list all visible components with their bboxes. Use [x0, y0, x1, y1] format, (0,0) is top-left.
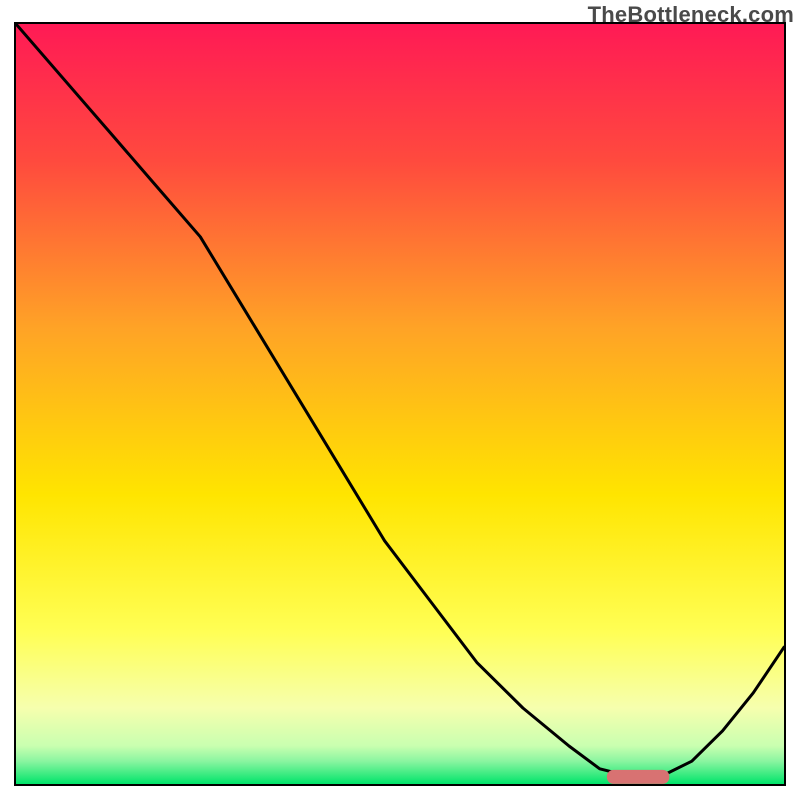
optimal-range-marker — [607, 770, 668, 783]
gradient-background — [16, 24, 784, 784]
plot-frame — [14, 22, 786, 786]
plot-area — [16, 24, 784, 784]
bottleneck-chart: TheBottleneck.com — [0, 0, 800, 800]
watermark-label: TheBottleneck.com — [588, 2, 794, 28]
plot-svg — [16, 24, 784, 784]
